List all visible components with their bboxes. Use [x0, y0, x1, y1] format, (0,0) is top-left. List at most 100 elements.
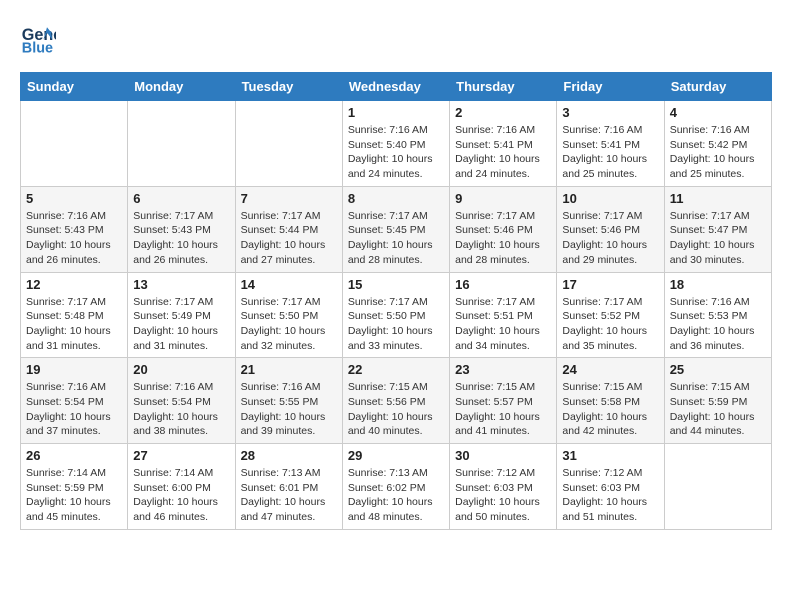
weekday-saturday: Saturday — [664, 73, 771, 101]
day-number: 21 — [241, 362, 337, 377]
calendar-cell: 5 Sunrise: 7:16 AM Sunset: 5:43 PM Daylig… — [21, 186, 128, 272]
calendar-cell: 23 Sunrise: 7:15 AM Sunset: 5:57 PM Dayli… — [450, 358, 557, 444]
day-info: Sunrise: 7:13 AM Sunset: 6:01 PM Dayligh… — [241, 466, 337, 525]
day-number: 5 — [26, 191, 122, 206]
calendar-cell — [128, 101, 235, 187]
day-info: Sunrise: 7:17 AM Sunset: 5:50 PM Dayligh… — [348, 295, 444, 354]
weekday-sunday: Sunday — [21, 73, 128, 101]
day-info: Sunrise: 7:16 AM Sunset: 5:41 PM Dayligh… — [562, 123, 658, 182]
day-number: 31 — [562, 448, 658, 463]
day-info: Sunrise: 7:14 AM Sunset: 5:59 PM Dayligh… — [26, 466, 122, 525]
day-info: Sunrise: 7:15 AM Sunset: 5:58 PM Dayligh… — [562, 380, 658, 439]
logo: General Blue — [20, 20, 60, 56]
day-info: Sunrise: 7:13 AM Sunset: 6:02 PM Dayligh… — [348, 466, 444, 525]
day-number: 2 — [455, 105, 551, 120]
day-number: 14 — [241, 277, 337, 292]
calendar-cell: 21 Sunrise: 7:16 AM Sunset: 5:55 PM Dayli… — [235, 358, 342, 444]
day-info: Sunrise: 7:12 AM Sunset: 6:03 PM Dayligh… — [562, 466, 658, 525]
weekday-tuesday: Tuesday — [235, 73, 342, 101]
calendar-cell: 30 Sunrise: 7:12 AM Sunset: 6:03 PM Dayli… — [450, 444, 557, 530]
logo-icon: General Blue — [20, 20, 56, 56]
day-number: 19 — [26, 362, 122, 377]
day-number: 6 — [133, 191, 229, 206]
day-number: 22 — [348, 362, 444, 377]
calendar-cell: 16 Sunrise: 7:17 AM Sunset: 5:51 PM Dayli… — [450, 272, 557, 358]
calendar-cell: 1 Sunrise: 7:16 AM Sunset: 5:40 PM Daylig… — [342, 101, 449, 187]
day-number: 30 — [455, 448, 551, 463]
day-number: 8 — [348, 191, 444, 206]
day-number: 24 — [562, 362, 658, 377]
day-number: 20 — [133, 362, 229, 377]
day-number: 11 — [670, 191, 766, 206]
calendar-cell: 26 Sunrise: 7:14 AM Sunset: 5:59 PM Dayli… — [21, 444, 128, 530]
day-number: 29 — [348, 448, 444, 463]
day-info: Sunrise: 7:16 AM Sunset: 5:43 PM Dayligh… — [26, 209, 122, 268]
day-number: 12 — [26, 277, 122, 292]
day-info: Sunrise: 7:17 AM Sunset: 5:48 PM Dayligh… — [26, 295, 122, 354]
day-info: Sunrise: 7:17 AM Sunset: 5:46 PM Dayligh… — [562, 209, 658, 268]
calendar-cell: 19 Sunrise: 7:16 AM Sunset: 5:54 PM Dayli… — [21, 358, 128, 444]
day-info: Sunrise: 7:17 AM Sunset: 5:50 PM Dayligh… — [241, 295, 337, 354]
day-number: 25 — [670, 362, 766, 377]
calendar-cell: 15Sunrise: 7:17 AM Sunset: 5:50 PM Dayli… — [342, 272, 449, 358]
day-info: Sunrise: 7:15 AM Sunset: 5:59 PM Dayligh… — [670, 380, 766, 439]
calendar-cell: 2Sunrise: 7:16 AM Sunset: 5:41 PM Daylig… — [450, 101, 557, 187]
day-number: 18 — [670, 277, 766, 292]
day-number: 3 — [562, 105, 658, 120]
svg-text:Blue: Blue — [22, 40, 53, 56]
weekday-friday: Friday — [557, 73, 664, 101]
day-info: Sunrise: 7:15 AM Sunset: 5:57 PM Dayligh… — [455, 380, 551, 439]
day-number: 26 — [26, 448, 122, 463]
day-info: Sunrise: 7:17 AM Sunset: 5:51 PM Dayligh… — [455, 295, 551, 354]
calendar-cell: 28 Sunrise: 7:13 AM Sunset: 6:01 PM Dayli… — [235, 444, 342, 530]
day-number: 28 — [241, 448, 337, 463]
calendar-cell: 22Sunrise: 7:15 AM Sunset: 5:56 PM Dayli… — [342, 358, 449, 444]
day-info: Sunrise: 7:16 AM Sunset: 5:54 PM Dayligh… — [133, 380, 229, 439]
calendar-cell: 17Sunrise: 7:17 AM Sunset: 5:52 PM Dayli… — [557, 272, 664, 358]
day-info: Sunrise: 7:16 AM Sunset: 5:55 PM Dayligh… — [241, 380, 337, 439]
day-info: Sunrise: 7:12 AM Sunset: 6:03 PM Dayligh… — [455, 466, 551, 525]
page-header: General Blue — [20, 20, 772, 56]
calendar-body: 1 Sunrise: 7:16 AM Sunset: 5:40 PM Daylig… — [21, 101, 772, 530]
day-info: Sunrise: 7:16 AM Sunset: 5:53 PM Dayligh… — [670, 295, 766, 354]
day-number: 27 — [133, 448, 229, 463]
day-number: 13 — [133, 277, 229, 292]
day-info: Sunrise: 7:17 AM Sunset: 5:45 PM Dayligh… — [348, 209, 444, 268]
day-info: Sunrise: 7:17 AM Sunset: 5:43 PM Dayligh… — [133, 209, 229, 268]
calendar-cell: 10Sunrise: 7:17 AM Sunset: 5:46 PM Dayli… — [557, 186, 664, 272]
day-number: 16 — [455, 277, 551, 292]
calendar-cell: 6 Sunrise: 7:17 AM Sunset: 5:43 PM Daylig… — [128, 186, 235, 272]
calendar-cell — [21, 101, 128, 187]
day-info: Sunrise: 7:16 AM Sunset: 5:42 PM Dayligh… — [670, 123, 766, 182]
day-number: 9 — [455, 191, 551, 206]
day-info: Sunrise: 7:17 AM Sunset: 5:44 PM Dayligh… — [241, 209, 337, 268]
day-number: 1 — [348, 105, 444, 120]
calendar-week-4: 19 Sunrise: 7:16 AM Sunset: 5:54 PM Dayli… — [21, 358, 772, 444]
day-info: Sunrise: 7:16 AM Sunset: 5:54 PM Dayligh… — [26, 380, 122, 439]
weekday-wednesday: Wednesday — [342, 73, 449, 101]
calendar-table: SundayMondayTuesdayWednesdayThursdayFrid… — [20, 72, 772, 530]
weekday-thursday: Thursday — [450, 73, 557, 101]
calendar-cell: 27 Sunrise: 7:14 AM Sunset: 6:00 PM Dayli… — [128, 444, 235, 530]
day-number: 23 — [455, 362, 551, 377]
calendar-cell: 31 Sunrise: 7:12 AM Sunset: 6:03 PM Dayli… — [557, 444, 664, 530]
day-info: Sunrise: 7:17 AM Sunset: 5:49 PM Dayligh… — [133, 295, 229, 354]
calendar-cell: 12 Sunrise: 7:17 AM Sunset: 5:48 PM Dayli… — [21, 272, 128, 358]
day-info: Sunrise: 7:14 AM Sunset: 6:00 PM Dayligh… — [133, 466, 229, 525]
calendar-cell: 25 Sunrise: 7:15 AM Sunset: 5:59 PM Dayli… — [664, 358, 771, 444]
calendar-week-1: 1 Sunrise: 7:16 AM Sunset: 5:40 PM Daylig… — [21, 101, 772, 187]
calendar-cell: 7 Sunrise: 7:17 AM Sunset: 5:44 PM Daylig… — [235, 186, 342, 272]
calendar-week-5: 26 Sunrise: 7:14 AM Sunset: 5:59 PM Dayli… — [21, 444, 772, 530]
day-info: Sunrise: 7:16 AM Sunset: 5:40 PM Dayligh… — [348, 123, 444, 182]
day-number: 7 — [241, 191, 337, 206]
calendar-cell: 3 Sunrise: 7:16 AM Sunset: 5:41 PM Daylig… — [557, 101, 664, 187]
calendar-week-2: 5 Sunrise: 7:16 AM Sunset: 5:43 PM Daylig… — [21, 186, 772, 272]
calendar-cell: 18 Sunrise: 7:16 AM Sunset: 5:53 PM Dayli… — [664, 272, 771, 358]
day-info: Sunrise: 7:17 AM Sunset: 5:47 PM Dayligh… — [670, 209, 766, 268]
calendar-cell: 13 Sunrise: 7:17 AM Sunset: 5:49 PM Dayli… — [128, 272, 235, 358]
calendar-cell — [664, 444, 771, 530]
weekday-monday: Monday — [128, 73, 235, 101]
day-info: Sunrise: 7:17 AM Sunset: 5:46 PM Dayligh… — [455, 209, 551, 268]
weekday-header-row: SundayMondayTuesdayWednesdayThursdayFrid… — [21, 73, 772, 101]
calendar-cell: 9 Sunrise: 7:17 AM Sunset: 5:46 PM Daylig… — [450, 186, 557, 272]
